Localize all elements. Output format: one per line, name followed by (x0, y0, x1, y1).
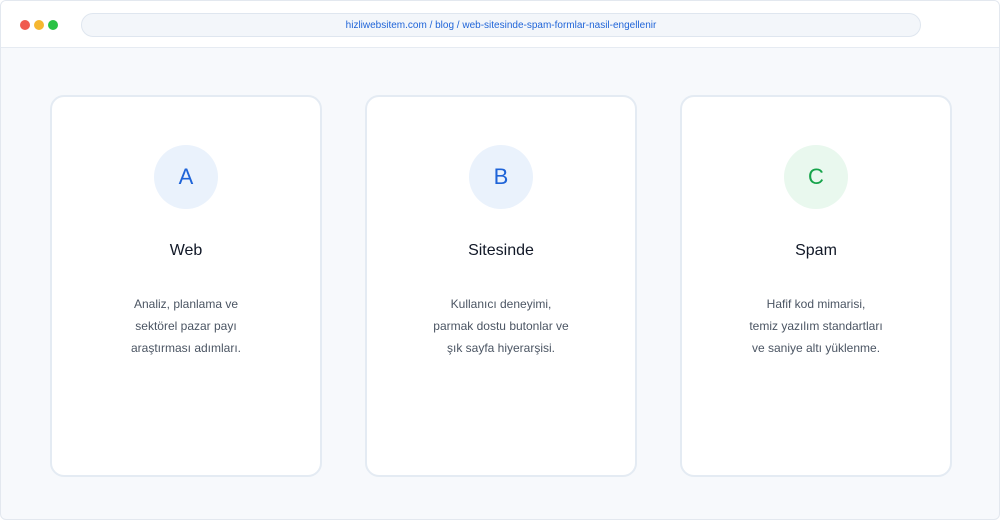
page-content: A Web Analiz, planlama ve sektörel pazar… (1, 49, 999, 519)
card-title: Spam (795, 242, 837, 259)
card-description-line: sektörel pazar payı (135, 319, 237, 333)
card-description: Kullanıcı deneyimi, parmak dostu butonla… (387, 293, 615, 359)
address-bar[interactable]: hizliwebsitem.com / blog / web-sitesinde… (81, 13, 921, 37)
close-window-dot-icon[interactable] (20, 20, 30, 30)
card-description: Hafif kod mimarisi, temiz yazılım standa… (702, 293, 930, 359)
feature-card-spam: C Spam Hafif kod mimarisi, temiz yazılım… (680, 95, 952, 477)
browser-titlebar: hizliwebsitem.com / blog / web-sitesinde… (1, 1, 999, 48)
card-description: Analiz, planlama ve sektörel pazar payı … (72, 293, 300, 359)
card-description-line: araştırması adımları. (130, 341, 242, 355)
minimize-window-dot-icon[interactable] (34, 20, 44, 30)
card-title: Sitesinde (468, 242, 534, 259)
card-description-line: Kullanıcı deneyimi, (450, 297, 552, 311)
address-bar-url: hizliwebsitem.com / blog / web-sitesinde… (345, 19, 657, 31)
card-badge: A (154, 145, 218, 209)
maximize-window-dot-icon[interactable] (48, 20, 58, 30)
card-description-line: ve saniye altı yüklenme. (751, 341, 881, 355)
card-description-line: Analiz, planlama ve (133, 297, 239, 311)
feature-card-web: A Web Analiz, planlama ve sektörel pazar… (50, 95, 322, 477)
card-description-line: parmak dostu butonlar ve (433, 319, 569, 333)
card-description-line: Hafif kod mimarisi, (766, 297, 866, 311)
card-description-line: şık sayfa hiyerarşisi. (446, 341, 556, 355)
feature-card-sitesinde: B Sitesinde Kullanıcı deneyimi, parmak d… (365, 95, 637, 477)
card-badge: B (469, 145, 533, 209)
card-title: Web (169, 242, 203, 259)
card-badge: C (784, 145, 848, 209)
browser-window: hizliwebsitem.com / blog / web-sitesinde… (0, 0, 1000, 520)
card-description-line: temiz yazılım standartları (749, 319, 883, 333)
